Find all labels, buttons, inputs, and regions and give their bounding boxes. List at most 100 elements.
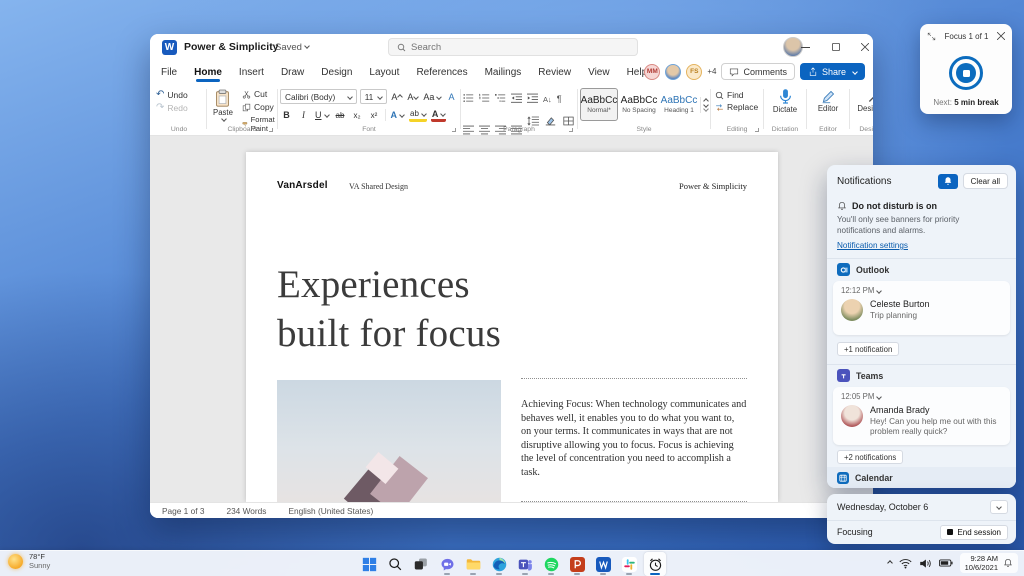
shrink-font-button[interactable]: A — [406, 90, 420, 104]
editing-dialog-launcher[interactable] — [755, 128, 759, 132]
sort-icon[interactable]: A↓ — [543, 95, 552, 104]
pilcrow-icon[interactable]: ¶ — [557, 94, 562, 104]
taskbar-word-app[interactable] — [592, 552, 614, 576]
close-icon[interactable] — [997, 32, 1005, 40]
doc-header-right[interactable]: Power & Simplicity — [679, 181, 747, 191]
bold-button[interactable]: B — [280, 108, 293, 122]
do-not-disturb-toggle[interactable] — [937, 173, 958, 189]
designer-button[interactable]: Designer — [852, 86, 873, 114]
undo-button[interactable]: ↶ Undo — [154, 88, 204, 101]
word-search-box[interactable] — [388, 38, 638, 56]
search-input[interactable] — [411, 41, 611, 53]
italic-button[interactable]: I — [297, 108, 310, 122]
cut-button[interactable]: Cut — [240, 88, 280, 100]
taskbar-chat-app[interactable] — [436, 552, 458, 576]
tab-home[interactable]: Home — [193, 63, 223, 82]
teams-more-notifications-button[interactable]: +2 notifications — [837, 450, 904, 464]
outlook-more-notifications-button[interactable]: +1 notification — [837, 342, 900, 356]
chevron-down-icon[interactable] — [876, 287, 883, 294]
volume-icon[interactable] — [919, 558, 932, 569]
task-view-button[interactable] — [410, 552, 432, 576]
status-language[interactable]: English (United States) — [288, 506, 373, 516]
tab-review[interactable]: Review — [537, 63, 572, 82]
taskbar-clock-app[interactable] — [644, 552, 666, 576]
bullets-icon[interactable] — [463, 90, 474, 108]
taskbar-powerpoint-app[interactable] — [566, 552, 588, 576]
collaborator-avatar-mm[interactable]: MM — [644, 63, 661, 80]
teams-notification-card[interactable]: 12:05 PM Amanda Brady Hey! Can you help … — [833, 387, 1010, 445]
taskbar-search-button[interactable] — [384, 552, 406, 576]
taskbar-file-explorer[interactable] — [462, 552, 484, 576]
doc-header-center[interactable]: VA Shared Design — [349, 182, 408, 191]
styles-gallery-more-icon[interactable] — [703, 105, 709, 112]
doc-body-column[interactable]: Achieving Focus: When technology communi… — [521, 378, 747, 502]
tab-view[interactable]: View — [587, 63, 611, 82]
subscript-button[interactable]: x₂ — [351, 108, 364, 122]
maximize-button[interactable] — [821, 34, 851, 60]
dictate-button[interactable]: Dictate — [766, 86, 804, 115]
style-normal[interactable]: AaBbCc Normal* — [580, 88, 618, 121]
tab-file[interactable]: File — [160, 63, 178, 82]
notification-settings-link[interactable]: Notification settings — [837, 241, 908, 250]
clear-all-button[interactable]: Clear all — [962, 173, 1008, 189]
clipboard-dialog-launcher[interactable] — [269, 128, 273, 132]
status-page-count[interactable]: Page 1 of 3 — [162, 506, 204, 516]
increase-indent-icon[interactable] — [527, 90, 538, 108]
wifi-icon[interactable] — [899, 558, 912, 569]
chevron-down-icon[interactable] — [876, 393, 883, 400]
outlook-notification-card[interactable]: 12:12 PM Celeste Burton Trip planning — [833, 281, 1010, 335]
multilevel-list-icon[interactable] — [495, 90, 506, 108]
paragraph-dialog-launcher[interactable] — [569, 128, 573, 132]
grow-font-button[interactable]: A — [390, 90, 404, 104]
style-heading1[interactable]: AaBbCc Heading 1 — [660, 88, 698, 121]
outlook-group-header[interactable]: Outlook — [837, 263, 889, 276]
collaborator-avatar-fs[interactable]: FS — [686, 63, 703, 80]
calendar-group-header[interactable]: Calendar — [827, 467, 1016, 488]
tray-overflow-chevron-icon[interactable] — [886, 560, 893, 566]
share-button[interactable]: Share — [799, 63, 865, 80]
redo-button[interactable]: ↷ Redo — [154, 101, 204, 114]
tab-layout[interactable]: Layout — [368, 63, 400, 82]
end-session-button[interactable]: End session — [940, 524, 1008, 540]
tab-mailings[interactable]: Mailings — [484, 63, 523, 82]
weather-widget[interactable]: 78°F Sunny — [8, 552, 50, 570]
tray-clock[interactable]: 9:28 AM 10/6/2021 — [959, 553, 1018, 573]
taskbar-spotify-app[interactable] — [540, 552, 562, 576]
expand-icon[interactable] — [927, 32, 936, 41]
decrease-indent-icon[interactable] — [511, 90, 522, 108]
highlight-color-button[interactable]: ab — [409, 108, 427, 122]
change-case-button[interactable]: Aa — [422, 90, 442, 104]
clear-formatting-button[interactable]: A — [445, 90, 458, 104]
style-no-spacing[interactable]: AaBbCc No Spacing — [620, 88, 658, 121]
taskbar-edge-browser[interactable] — [488, 552, 510, 576]
text-effects-button[interactable]: A — [390, 108, 406, 122]
font-dialog-launcher[interactable] — [452, 128, 456, 132]
font-family-select[interactable]: Calibri (Body) — [280, 89, 357, 104]
font-color-button[interactable]: A — [430, 108, 447, 122]
minimize-button[interactable] — [790, 34, 820, 60]
comments-button[interactable]: Comments — [721, 63, 795, 80]
doc-logo[interactable]: VanArsdel — [277, 180, 328, 191]
copy-button[interactable]: Copy — [240, 101, 280, 113]
stop-focus-button[interactable] — [956, 63, 976, 83]
tab-draw[interactable]: Draw — [280, 63, 305, 82]
font-size-select[interactable]: 11 — [359, 89, 388, 104]
editor-button[interactable]: Editor — [809, 86, 847, 114]
numbering-icon[interactable] — [479, 90, 490, 108]
tab-references[interactable]: References — [415, 63, 468, 82]
calendar-collapse-button[interactable] — [990, 500, 1008, 514]
start-button[interactable] — [358, 552, 380, 576]
strikethrough-button[interactable]: ab — [334, 108, 347, 122]
battery-icon[interactable] — [938, 559, 953, 567]
collaborator-overflow[interactable]: +4 — [707, 67, 716, 76]
find-button[interactable]: Find — [713, 89, 761, 101]
collaborator-avatar-photo[interactable] — [665, 63, 682, 80]
taskbar-slack-app[interactable] — [618, 552, 640, 576]
tab-design[interactable]: Design — [320, 63, 353, 82]
replace-button[interactable]: Replace — [713, 101, 761, 113]
teams-group-header[interactable]: Teams — [837, 369, 883, 382]
doc-heading[interactable]: Experiences built for focus — [277, 260, 501, 358]
autosave-status[interactable]: Saved — [275, 42, 310, 53]
superscript-button[interactable]: x² — [368, 108, 381, 122]
taskbar-teams-app[interactable] — [514, 552, 536, 576]
